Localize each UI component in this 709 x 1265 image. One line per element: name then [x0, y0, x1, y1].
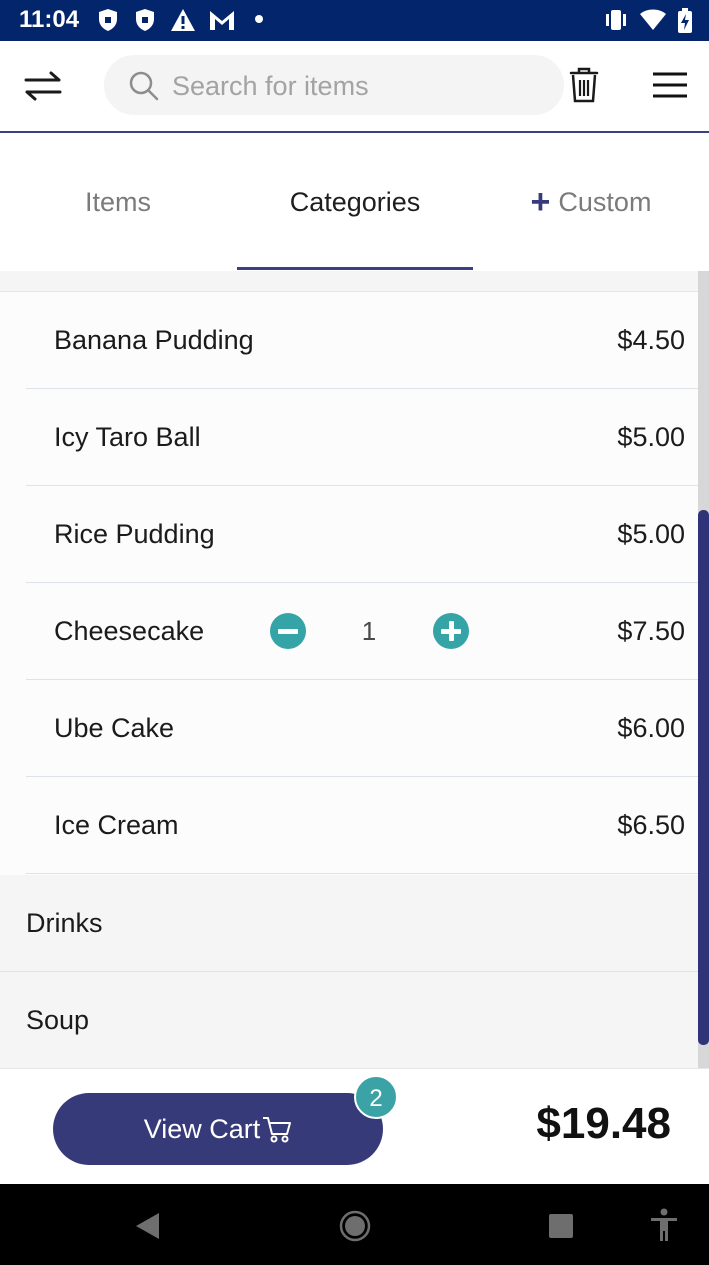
battery-charging-icon	[678, 8, 692, 33]
trash-icon[interactable]	[568, 67, 600, 103]
shield-icon	[99, 9, 117, 31]
plus-icon-vertical	[449, 621, 454, 641]
accessibility-icon[interactable]	[649, 1208, 679, 1242]
category-name: Soup	[26, 1005, 90, 1035]
shield-icon	[136, 9, 154, 31]
search-input[interactable]	[170, 65, 554, 107]
item-price: $5.00	[617, 422, 685, 452]
search-icon	[129, 71, 159, 101]
tab-categories-label: Categories	[289, 186, 421, 217]
item-name: Ube Cake	[54, 713, 175, 743]
decrease-quantity-button[interactable]	[270, 613, 306, 649]
item-price: $5.00	[617, 519, 685, 549]
item-name: Cheesecake	[54, 616, 205, 646]
view-cart-button[interactable]: View Cart	[53, 1093, 383, 1165]
system-nav-bar	[0, 1184, 709, 1265]
increase-quantity-button[interactable]	[433, 613, 469, 649]
plus-icon: +	[530, 183, 551, 221]
notification-dot-icon	[255, 15, 263, 23]
list-item[interactable]: Icy Taro Ball $5.00	[0, 389, 698, 486]
category-row-soup[interactable]: Soup	[0, 972, 698, 1069]
item-price: $7.50	[617, 616, 685, 646]
item-name: Rice Pudding	[54, 519, 215, 549]
item-price: $6.50	[617, 810, 685, 840]
app-bar	[0, 41, 709, 133]
category-name: Drinks	[26, 908, 103, 938]
list-item[interactable]: Banana Pudding $4.50	[0, 292, 698, 389]
search-box[interactable]	[104, 55, 564, 115]
list-item[interactable]: Cheesecake 1 $7.50	[0, 583, 698, 680]
tab-custom[interactable]: + Custom	[473, 133, 709, 271]
cart-total: $19.48	[536, 1099, 671, 1148]
tab-custom-label: Custom	[558, 186, 652, 217]
list-item[interactable]: Ice Cream $6.50	[0, 777, 698, 874]
recents-icon[interactable]	[548, 1213, 574, 1239]
status-time: 11:04	[19, 6, 80, 33]
item-price: $4.50	[617, 325, 685, 355]
item-price: $6.00	[617, 713, 685, 743]
item-name: Ice Cream	[54, 810, 179, 840]
tab-categories[interactable]: Categories	[237, 133, 473, 271]
menu-icon[interactable]	[652, 71, 688, 99]
vibrate-icon	[606, 10, 626, 30]
home-icon[interactable]	[339, 1210, 371, 1242]
item-name: Banana Pudding	[54, 325, 254, 355]
tab-items-label: Items	[84, 186, 151, 217]
minus-icon	[278, 629, 298, 634]
list-item[interactable]: Ube Cake $6.00	[0, 680, 698, 777]
cart-count-badge: 2	[354, 1075, 398, 1119]
back-icon[interactable]	[133, 1211, 161, 1241]
tab-bar: Items Categories + Custom	[0, 133, 709, 271]
tab-items[interactable]: Items	[0, 133, 236, 271]
active-tab-indicator	[237, 267, 473, 270]
list-top-divider	[0, 271, 698, 292]
gmail-icon	[210, 11, 234, 30]
cart-bar: View Cart 2 $19.48	[0, 1068, 709, 1185]
list-item[interactable]: Rice Pudding $5.00	[0, 486, 698, 583]
warning-icon	[171, 9, 195, 31]
divider	[26, 873, 698, 874]
wifi-icon	[640, 9, 666, 30]
status-bar: 11:04	[0, 0, 709, 41]
item-name: Icy Taro Ball	[54, 422, 201, 452]
view-cart-label: View Cart	[143, 1113, 261, 1144]
item-quantity: 1	[361, 616, 377, 646]
cart-icon	[263, 1117, 292, 1143]
category-row-drinks[interactable]: Drinks	[0, 875, 698, 972]
item-list: Banana Pudding $4.50 Icy Taro Ball $5.00…	[0, 271, 698, 1071]
scrollbar-thumb[interactable]	[698, 510, 709, 1045]
swap-arrows-icon[interactable]	[24, 71, 62, 101]
